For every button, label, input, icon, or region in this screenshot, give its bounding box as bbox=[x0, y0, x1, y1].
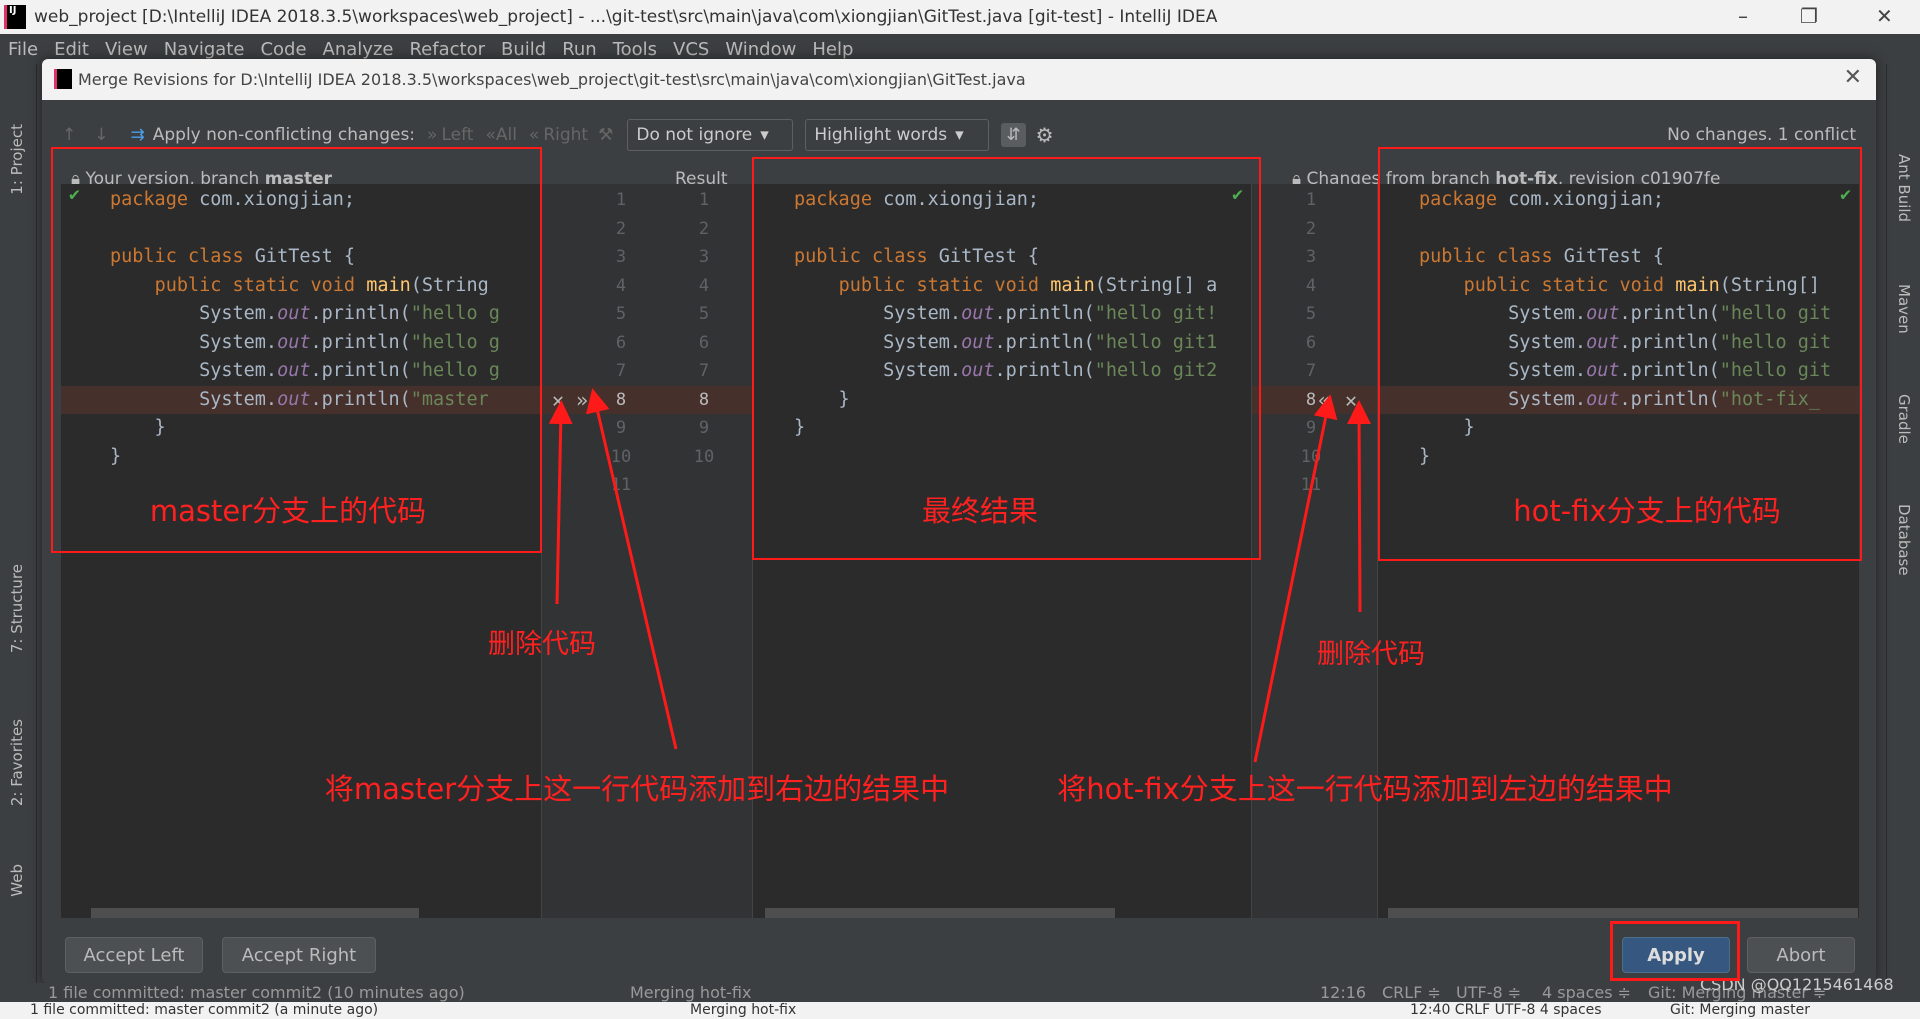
arrow-delete-left bbox=[548, 400, 573, 605]
arrow-delete-right bbox=[1347, 400, 1372, 613]
annotation-arrows bbox=[548, 388, 1372, 763]
arrow-add-right bbox=[586, 388, 678, 750]
arrow-add-left bbox=[1253, 394, 1338, 763]
